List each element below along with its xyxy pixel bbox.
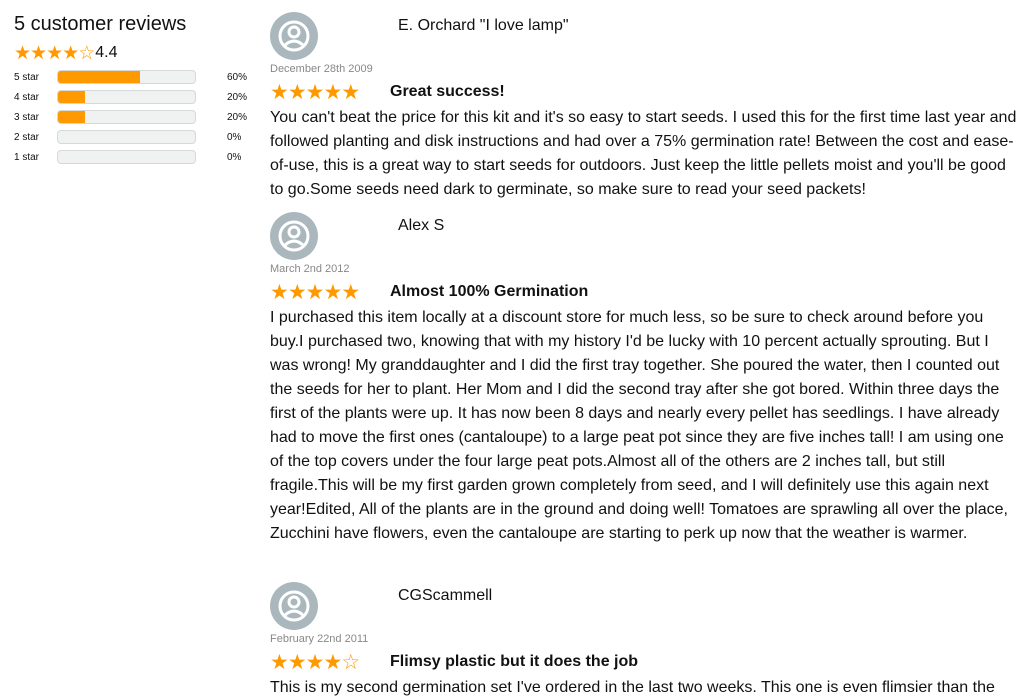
overall-stars-icon: ★★★★☆: [14, 42, 95, 65]
histogram-bar-fill: [58, 71, 141, 83]
histogram-percent: 20%: [227, 111, 248, 123]
histogram-row-3[interactable]: 3 star 20%: [14, 107, 254, 127]
avatar-icon: [270, 582, 318, 630]
star-filled-icon: ★: [30, 42, 47, 64]
histogram-percent: 0%: [227, 131, 242, 143]
review-item: CGScammell February 22nd 2011 ★★★★☆ Flim…: [270, 582, 1020, 700]
review-item: Alex S March 2nd 2012 ★★★★★ Almost 100% …: [270, 212, 1020, 582]
histogram-row-1[interactable]: 1 star 0%: [14, 147, 254, 167]
histogram-percent: 0%: [227, 151, 242, 163]
histogram-row-5[interactable]: 5 star 60%: [14, 67, 254, 87]
histogram-label: 2 star: [14, 131, 40, 143]
average-rating: 4.4: [95, 44, 118, 61]
star-filled-icon: ★: [323, 80, 342, 104]
review-title[interactable]: Almost 100% Germination: [390, 283, 588, 301]
review-stars-icon: ★★★★☆: [270, 650, 390, 675]
histogram-bar: [57, 110, 196, 124]
star-filled-icon: ★: [62, 42, 79, 64]
star-filled-icon: ★: [270, 80, 289, 104]
star-filled-icon: ★: [14, 42, 31, 64]
histogram-bar: [57, 150, 196, 164]
star-filled-icon: ★: [270, 650, 289, 674]
star-filled-icon: ★: [287, 280, 307, 304]
histogram-label: 1 star: [14, 151, 40, 163]
star-empty-icon: ☆: [78, 42, 95, 64]
star-filled-icon: ★: [287, 650, 307, 674]
star-filled-icon: ★: [305, 80, 325, 104]
star-empty-icon: ☆: [341, 650, 360, 674]
histogram-label: 3 star: [14, 111, 40, 123]
review-date: February 22nd 2011: [270, 633, 369, 645]
histogram-row-4[interactable]: 4 star 20%: [14, 87, 254, 107]
review-stars-icon: ★★★★★: [270, 80, 390, 105]
ratings-summary: 5 customer reviews ★★★★☆ 4.4 5 star 60% …: [14, 12, 254, 167]
reviewer-name[interactable]: E. Orchard "I love lamp": [398, 16, 569, 36]
reviews-list: E. Orchard "I love lamp" December 28th 2…: [270, 12, 1020, 700]
star-filled-icon: ★: [305, 280, 325, 304]
review-title[interactable]: Great success!: [390, 83, 505, 101]
histogram-percent: 20%: [227, 91, 248, 103]
histogram-label: 4 star: [14, 91, 40, 103]
reviews-count-heading: 5 customer reviews: [14, 13, 187, 35]
avatar-icon: [270, 12, 318, 60]
star-filled-icon: ★: [46, 42, 63, 64]
star-filled-icon: ★: [341, 80, 360, 104]
review-date: December 28th 2009: [270, 63, 373, 75]
histogram-bar: [57, 90, 196, 104]
histogram-row-2[interactable]: 2 star 0%: [14, 127, 254, 147]
rating-histogram: 5 star 60% 4 star 20% 3 star 20% 2 star …: [14, 67, 254, 167]
star-filled-icon: ★: [323, 280, 342, 304]
star-filled-icon: ★: [305, 650, 325, 674]
review-item: E. Orchard "I love lamp" December 28th 2…: [270, 12, 1020, 212]
review-body: I purchased this item locally at a disco…: [270, 309, 1008, 542]
star-filled-icon: ★: [341, 280, 360, 304]
reviewer-name[interactable]: Alex S: [398, 216, 444, 236]
overall-rating: ★★★★☆ 4.4: [14, 42, 254, 65]
reviewer-name[interactable]: CGScammell: [398, 586, 492, 606]
histogram-bar: [57, 70, 196, 84]
histogram-percent: 60%: [227, 71, 248, 83]
star-filled-icon: ★: [323, 650, 342, 674]
review-title[interactable]: Flimsy plastic but it does the job: [390, 653, 638, 671]
avatar-icon: [270, 212, 318, 260]
histogram-bar-fill: [58, 91, 86, 103]
histogram-bar-fill: [58, 111, 86, 123]
star-filled-icon: ★: [270, 280, 289, 304]
histogram-label: 5 star: [14, 71, 40, 83]
histogram-bar: [57, 130, 196, 144]
review-stars-icon: ★★★★★: [270, 280, 390, 305]
star-filled-icon: ★: [287, 80, 307, 104]
review-date: March 2nd 2012: [270, 263, 350, 275]
review-body: This is my second germination set I've o…: [270, 679, 995, 696]
review-body: You can't beat the price for this kit an…: [270, 109, 1017, 198]
